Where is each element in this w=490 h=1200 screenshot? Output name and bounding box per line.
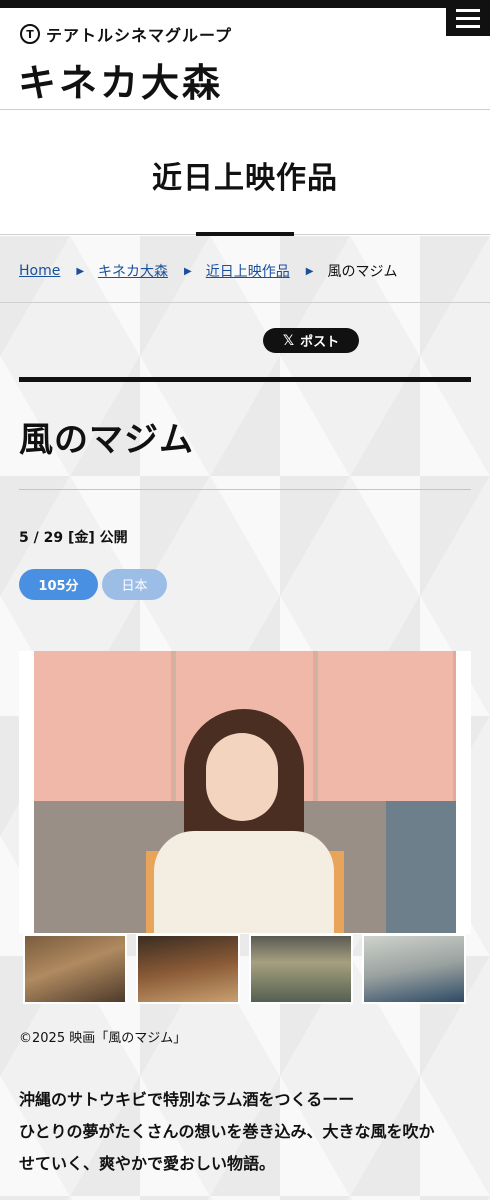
top-border	[0, 0, 490, 8]
breadcrumb-theater[interactable]: キネカ大森	[98, 261, 168, 281]
synopsis-line: ひとりの夢がたくさんの想いを巻き込み、大きな風を吹か	[19, 1122, 435, 1141]
title-top-rule	[19, 377, 471, 382]
x-post-button[interactable]: 𝕏 ポスト	[263, 328, 359, 353]
noren-curtain	[34, 651, 174, 811]
menu-line	[456, 24, 480, 28]
breadcrumb-coming-soon[interactable]: 近日上映作品	[206, 261, 290, 281]
thumbnail-4[interactable]	[362, 934, 466, 1004]
group-name: テアトルシネマグループ	[46, 26, 233, 45]
menu-line	[456, 8, 480, 12]
theatre-logo-icon: T	[20, 24, 40, 44]
copyright-credit: ©2025 映画「風のマジム」	[19, 1031, 187, 1046]
title-bottom-rule	[19, 489, 471, 490]
synopsis-line: せていく、爽やかで愛おしい物語。	[19, 1154, 276, 1173]
movie-title: 風のマジム	[19, 420, 194, 460]
runtime-badge: 105分	[19, 569, 98, 600]
breadcrumb-arrow-icon: ▶	[76, 265, 85, 277]
hamburger-menu-icon[interactable]	[446, 0, 490, 36]
country-badge: 日本	[102, 569, 167, 600]
breadcrumb-arrow-icon: ▶	[305, 265, 314, 277]
release-date: 5 / 29 [金] 公開	[19, 530, 128, 546]
theater-name[interactable]: キネカ大森	[18, 52, 223, 107]
thumbnail-1[interactable]	[23, 934, 127, 1004]
actress-face	[206, 733, 278, 821]
menu-line	[456, 16, 480, 20]
thumbnail-3[interactable]	[249, 934, 353, 1004]
post-label: ポスト	[300, 335, 340, 350]
breadcrumb-divider	[0, 302, 490, 303]
shop-window	[386, 801, 456, 933]
synopsis-line: 沖縄のサトウキビで特別なラム酒をつくるーー	[19, 1090, 355, 1109]
group-logo[interactable]: T テアトルシネマグループ	[20, 22, 232, 46]
breadcrumb-home[interactable]: Home	[19, 263, 60, 279]
main-movie-still[interactable]	[34, 651, 456, 933]
actress-vest	[154, 831, 334, 933]
breadcrumb-arrow-icon: ▶	[184, 265, 192, 277]
page-title-band: 近日上映作品	[0, 111, 490, 237]
synopsis: 沖縄のサトウキビで特別なラム酒をつくるーー ひとりの夢がたくさんの想いを巻き込み…	[19, 1084, 475, 1180]
thumbnail-2[interactable]	[136, 934, 240, 1004]
page-title: 近日上映作品	[152, 161, 338, 196]
noren-curtain	[318, 651, 456, 811]
breadcrumb: Home ▶ キネカ大森 ▶ 近日上映作品 ▶ 風のマジム	[19, 261, 397, 281]
x-logo-icon: 𝕏	[282, 332, 295, 349]
site-header: T テアトルシネマグループ キネカ大森	[0, 8, 490, 110]
breadcrumb-current: 風のマジム	[327, 264, 398, 280]
